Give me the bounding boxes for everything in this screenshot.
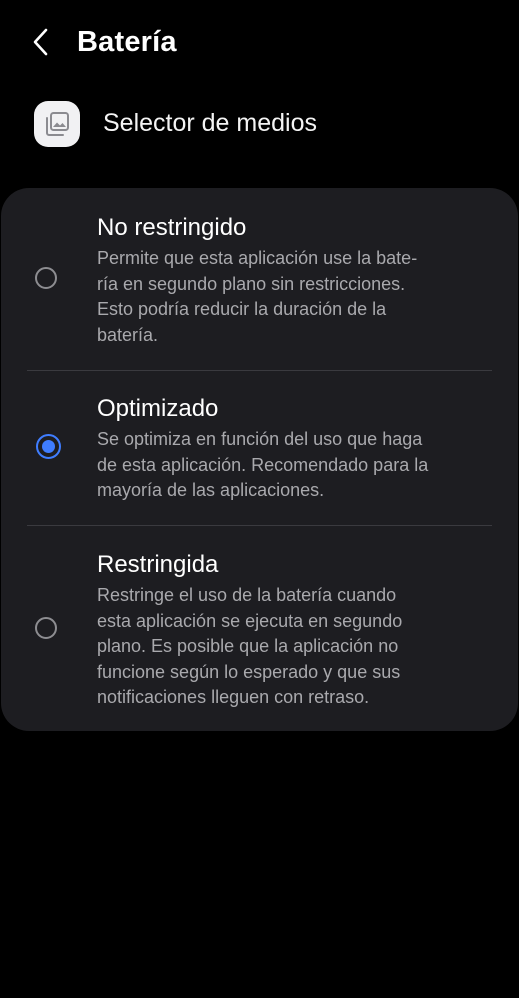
option-title: No restringido — [97, 214, 247, 241]
option-description: Se optimiza en función del uso que haga … — [97, 429, 429, 501]
media-picker-icon — [34, 101, 80, 147]
chevron-left-icon — [33, 28, 48, 56]
radio-selected-dot — [42, 440, 55, 453]
top-app-bar: Batería — [0, 0, 519, 86]
back-button[interactable] — [22, 22, 62, 62]
radio-unrestricted[interactable] — [35, 267, 57, 289]
option-title: Restringida — [97, 551, 219, 578]
battery-options-card: No restringido Permite que esta aplicaci… — [1, 188, 518, 731]
radio-restricted[interactable] — [35, 617, 57, 639]
page-title: Batería — [77, 26, 177, 58]
option-description: Permite que esta aplicación use la bate-… — [97, 248, 418, 345]
option-unrestricted[interactable]: No restringido Permite que esta aplicaci… — [1, 188, 518, 370]
option-optimized[interactable]: Optimizado Se optimiza en función del us… — [1, 370, 518, 525]
option-description: Restringe el uso de la batería cuando es… — [97, 585, 403, 708]
option-title: Optimizado — [97, 395, 219, 422]
option-restricted[interactable]: Restringida Restringe el uso de la bater… — [1, 525, 518, 731]
app-name: Selector de medios — [103, 109, 318, 137]
radio-optimized[interactable] — [36, 434, 61, 459]
app-info-row: Selector de medios — [0, 96, 519, 152]
